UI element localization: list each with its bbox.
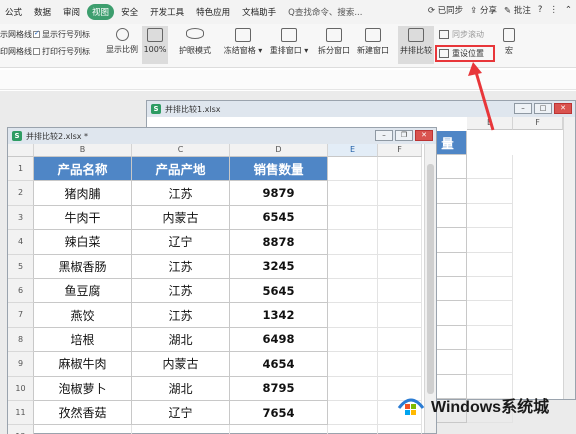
watermark: Windows系统城 [396,392,549,418]
watermark-text: Windows系统城 [431,399,550,416]
windows-logo-icon [396,392,426,418]
red-arrow-icon [468,62,495,131]
